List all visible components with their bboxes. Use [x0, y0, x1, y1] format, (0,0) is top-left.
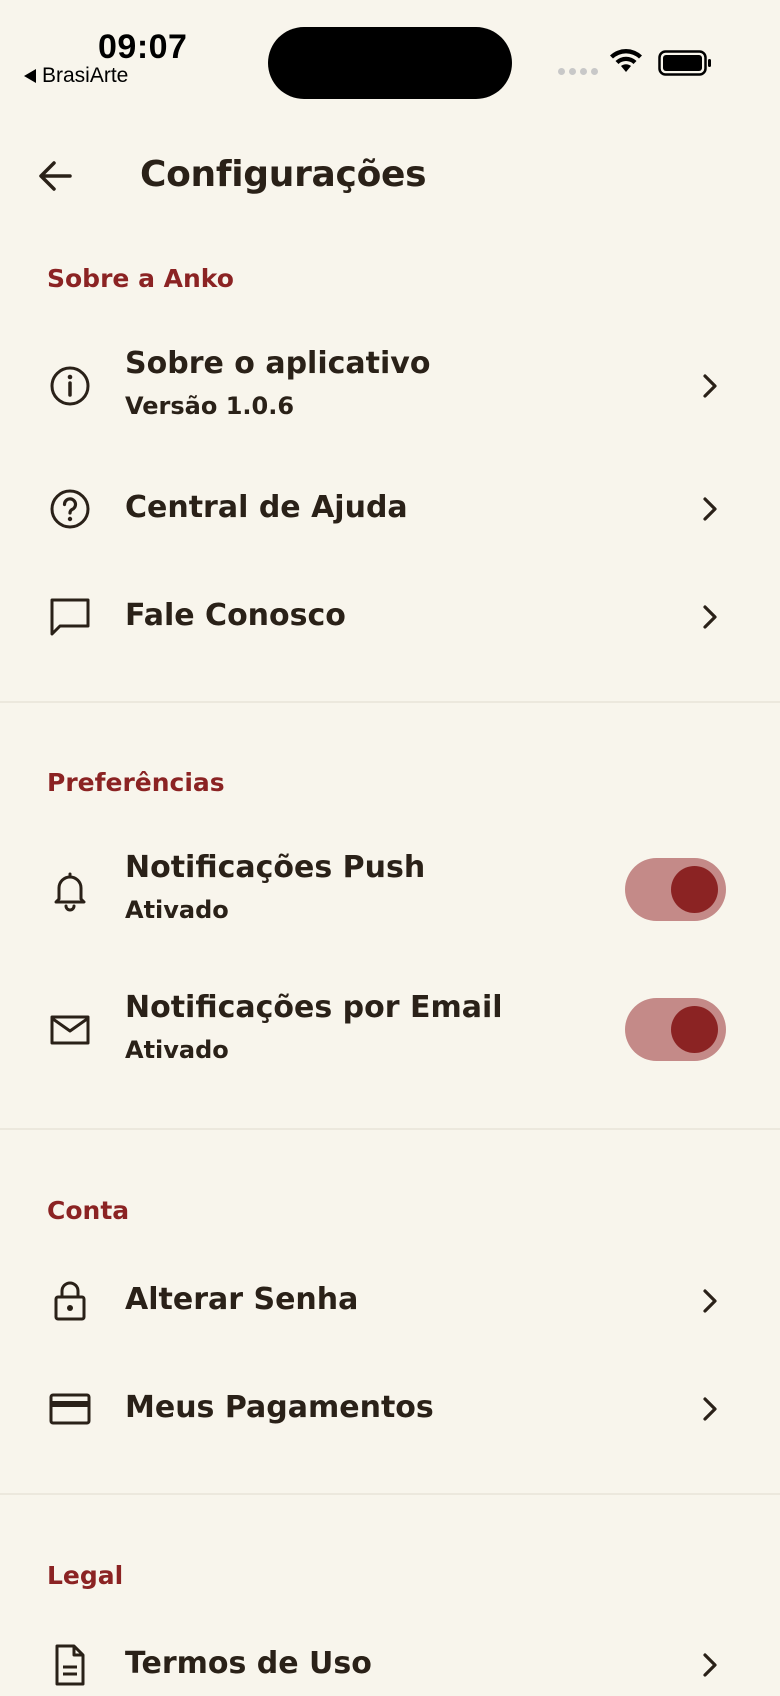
section-title-legal: Legal [47, 1561, 124, 1590]
settings-item-email-notifications: Notificações por Email Ativado [0, 980, 780, 1080]
document-icon [55, 1644, 85, 1686]
wifi-icon [610, 49, 642, 72]
chevron-right-icon [703, 1397, 717, 1421]
settings-item-label: Termos de Uso [125, 1646, 372, 1681]
section-title-preferences: Preferências [47, 768, 225, 797]
email-notifications-toggle[interactable] [625, 998, 726, 1061]
chevron-right-icon [703, 605, 717, 629]
chevron-right-icon [703, 1653, 717, 1677]
settings-item-about-app[interactable]: Sobre o aplicativo Versão 1.0.6 [0, 336, 780, 436]
settings-item-label: Sobre o aplicativo [125, 346, 431, 381]
settings-item-push-notifications: Notificações Push Ativado [0, 840, 780, 940]
battery-icon [658, 50, 711, 76]
page-title: Configurações [140, 154, 427, 195]
back-triangle-icon [24, 69, 36, 83]
app-version: Versão 1.0.6 [125, 392, 295, 420]
settings-item-label: Alterar Senha [125, 1282, 359, 1317]
credit-card-icon [49, 1393, 91, 1425]
arrow-left-icon[interactable] [32, 152, 80, 200]
settings-item-label: Central de Ajuda [125, 490, 408, 525]
section-title-about: Sobre a Anko [47, 264, 234, 293]
settings-item-label: Notificações Push [125, 850, 426, 885]
status-bar: 09:07 BrasiArte [0, 0, 780, 110]
section-divider [0, 701, 780, 703]
back-app-label: BrasiArte [42, 64, 129, 87]
chevron-right-icon [703, 374, 717, 398]
settings-item-contact-us[interactable]: Fale Conosco [0, 584, 780, 650]
info-icon [50, 366, 90, 406]
chevron-right-icon [703, 1289, 717, 1313]
toggle-knob [671, 866, 718, 913]
lock-icon [54, 1281, 86, 1321]
bell-icon [54, 872, 86, 912]
section-divider [0, 1493, 780, 1495]
settings-item-label: Meus Pagamentos [125, 1390, 434, 1425]
settings-item-help-center[interactable]: Central de Ajuda [0, 476, 780, 542]
chat-bubble-icon [50, 598, 90, 636]
toggle-status-text: Ativado [125, 1036, 229, 1064]
toggle-knob [671, 1006, 718, 1053]
section-title-account: Conta [47, 1196, 130, 1225]
section-divider [0, 1128, 780, 1130]
dynamic-island [268, 27, 512, 99]
toggle-status-text: Ativado [125, 896, 229, 924]
settings-item-label: Notificações por Email [125, 990, 503, 1025]
cellular-signal-icon [558, 68, 598, 75]
settings-item-change-password[interactable]: Alterar Senha [0, 1268, 780, 1334]
settings-item-my-payments[interactable]: Meus Pagamentos [0, 1376, 780, 1442]
back-to-app-link[interactable]: BrasiArte [24, 64, 128, 88]
help-circle-icon [50, 489, 90, 529]
settings-item-label: Fale Conosco [125, 598, 346, 633]
settings-item-terms-of-use[interactable]: Termos de Uso [0, 1632, 780, 1696]
mail-icon [50, 1015, 90, 1045]
push-notifications-toggle[interactable] [625, 858, 726, 921]
chevron-right-icon [703, 497, 717, 521]
status-time: 09:07 [98, 28, 188, 66]
app-header: Configurações [0, 130, 780, 220]
